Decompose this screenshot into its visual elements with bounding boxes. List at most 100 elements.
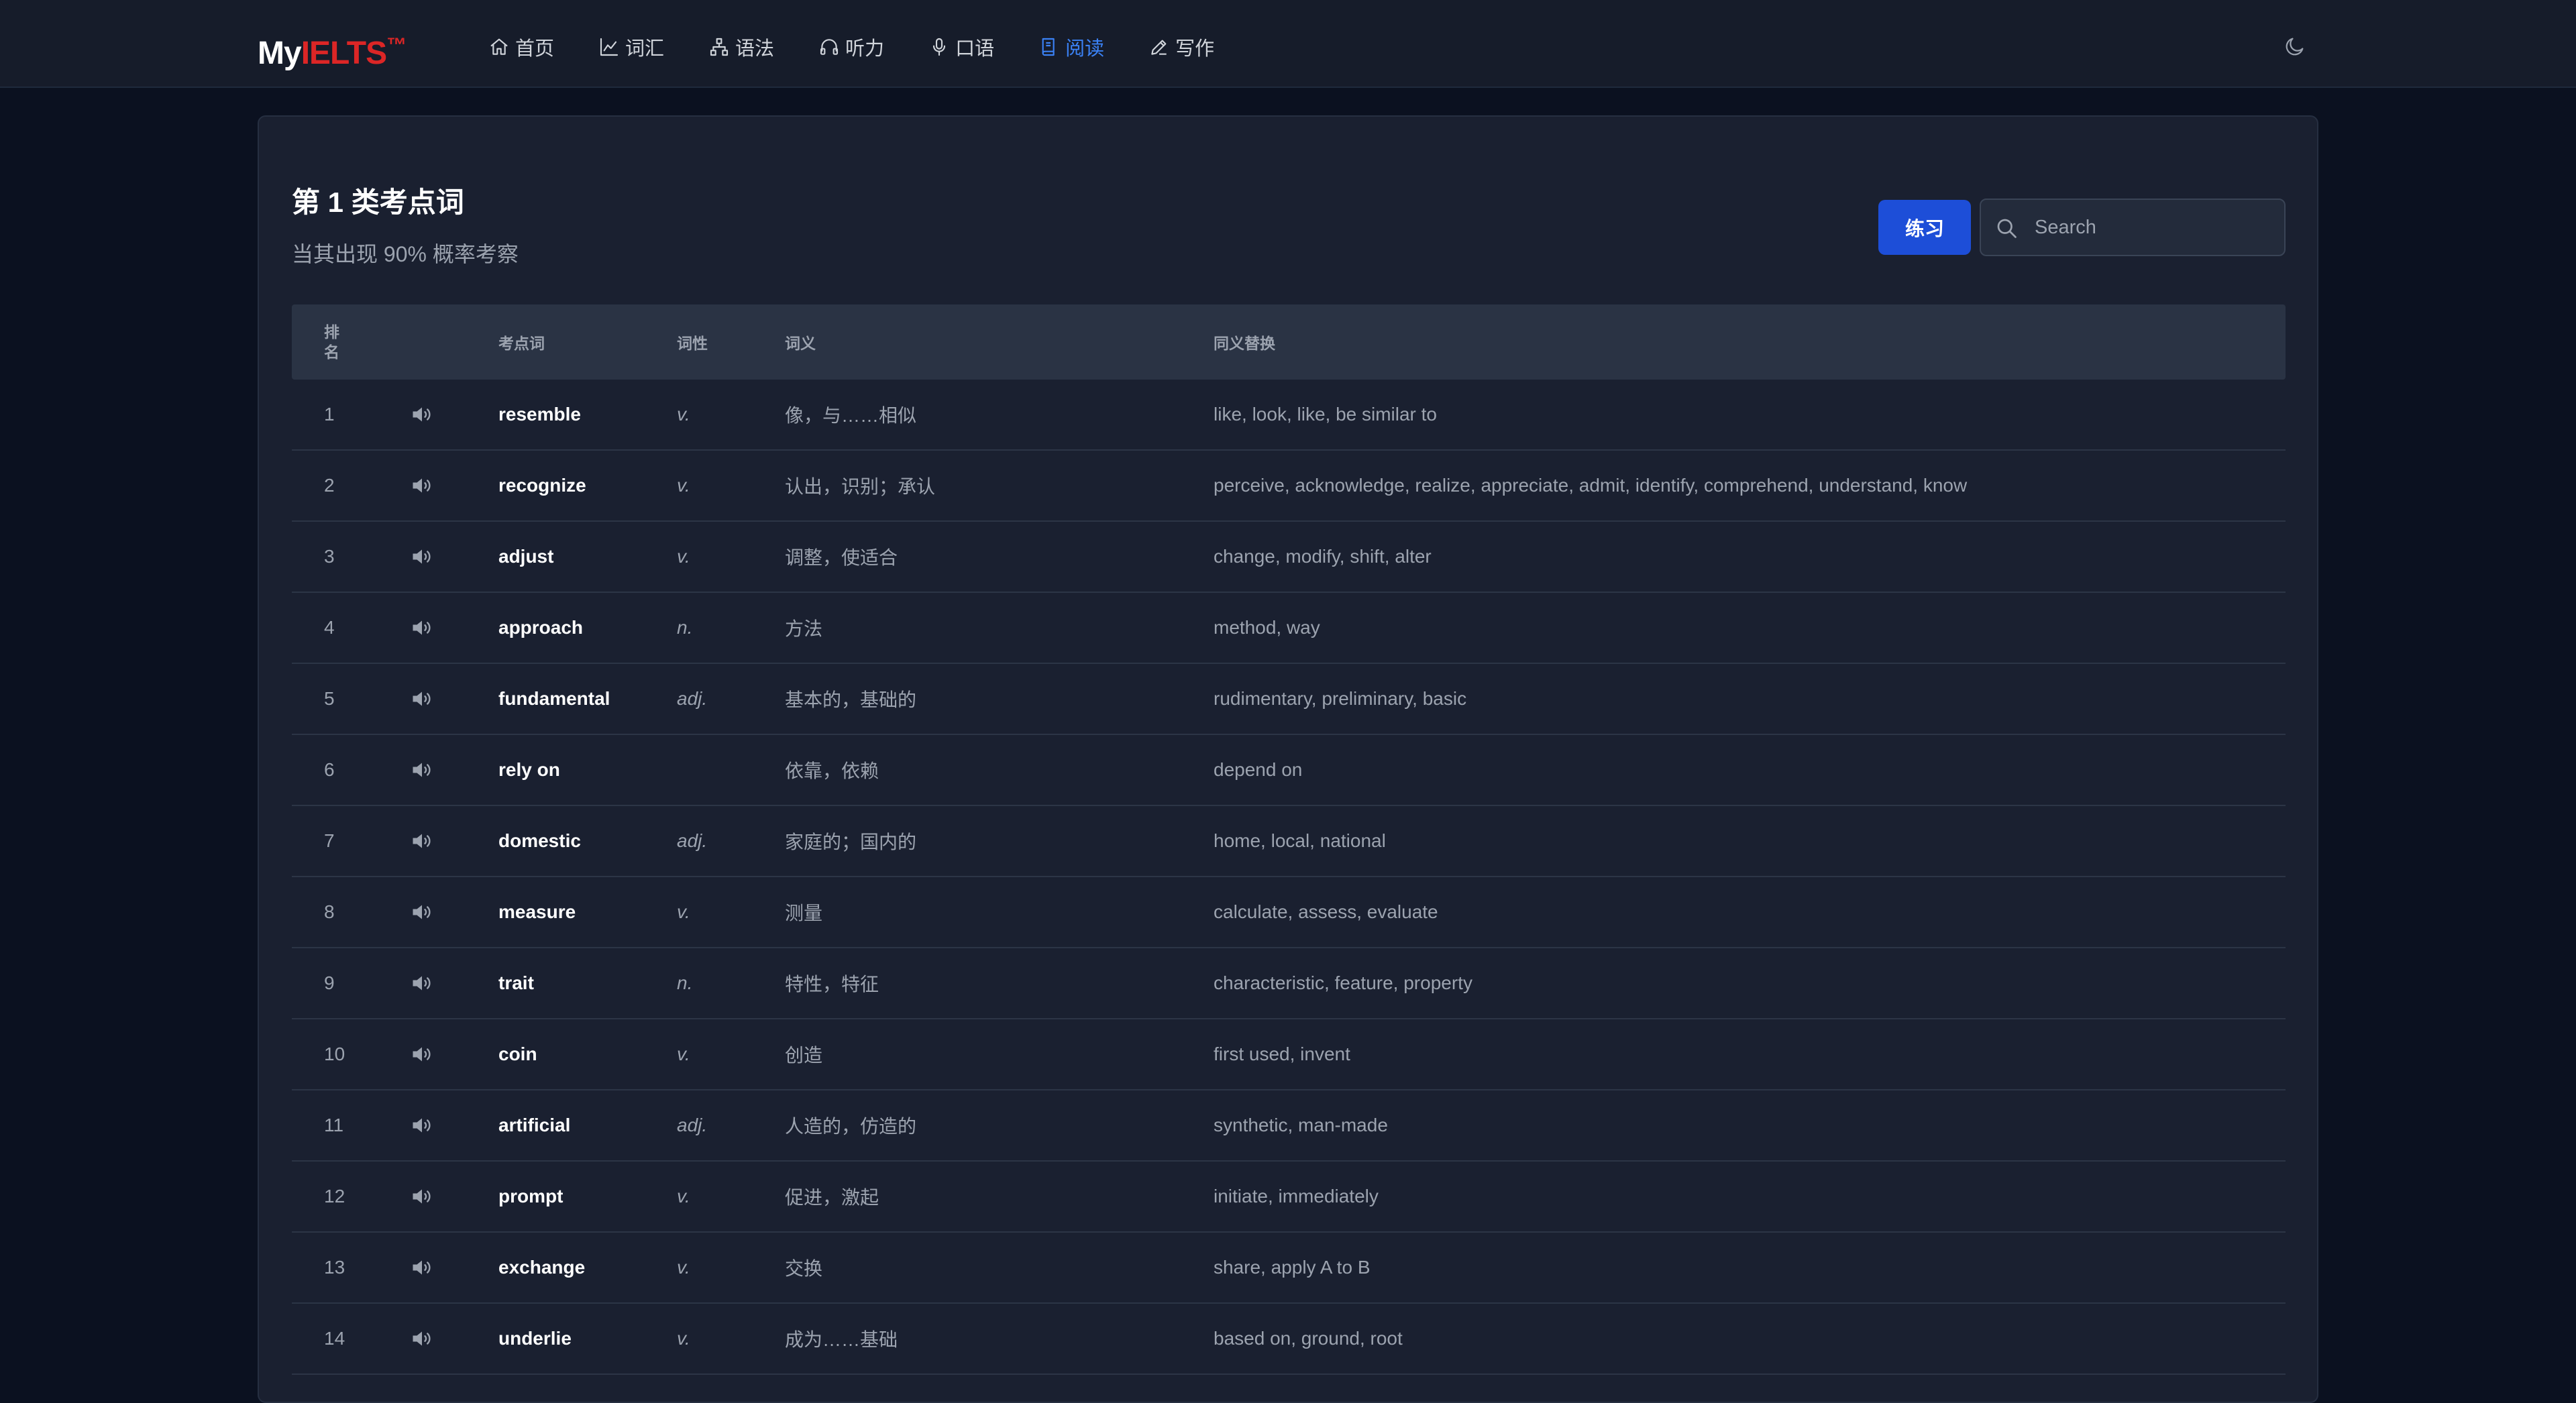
speaker-icon bbox=[410, 473, 434, 498]
word-cell: recognize bbox=[498, 475, 586, 496]
synonyms-cell: characteristic, feature, property bbox=[1214, 972, 1472, 993]
pronounce-button[interactable] bbox=[410, 522, 434, 592]
speaker-icon bbox=[410, 1255, 434, 1280]
rank-cell: 12 bbox=[324, 1186, 345, 1206]
rank-cell: 1 bbox=[324, 404, 335, 425]
meaning-cell: 创造 bbox=[785, 1045, 823, 1066]
nav-label-home: 首页 bbox=[515, 38, 555, 60]
nav-label-writing: 写作 bbox=[1175, 38, 1215, 60]
pronounce-button[interactable] bbox=[410, 735, 434, 805]
rank-cell: 8 bbox=[324, 901, 335, 922]
meaning-cell: 促进，激起 bbox=[785, 1187, 879, 1208]
nav-label-speaking: 口语 bbox=[955, 38, 995, 60]
rank-cell: 4 bbox=[324, 617, 335, 638]
header-pos: 词性 bbox=[677, 335, 708, 352]
nav-item-speaking[interactable]: 口语 bbox=[928, 33, 994, 61]
table-row: 1 resemble v. 像，与……相似 like, look, like, … bbox=[292, 380, 2286, 451]
word-cell: artificial bbox=[498, 1115, 571, 1135]
word-cell: resemble bbox=[498, 404, 581, 425]
synonyms-cell: calculate, assess, evaluate bbox=[1214, 901, 1438, 922]
meaning-cell: 依靠，依赖 bbox=[785, 761, 879, 781]
table-row: 4 approach n. 方法 method, way bbox=[292, 593, 2286, 664]
table-body: 1 resemble v. 像，与……相似 like, look, like, … bbox=[292, 380, 2286, 1375]
word-cell: approach bbox=[498, 617, 584, 638]
synonyms-cell: home, local, national bbox=[1214, 830, 1386, 851]
pronounce-button[interactable] bbox=[410, 380, 434, 449]
table-row: 10 coin v. 创造 first used, invent bbox=[292, 1019, 2286, 1090]
pronounce-button[interactable] bbox=[410, 593, 434, 663]
synonyms-cell: like, look, like, be similar to bbox=[1214, 404, 1438, 425]
table-row: 11 artificial adj. 人造的，仿造的 synthetic, ma… bbox=[292, 1090, 2286, 1162]
speaker-icon bbox=[410, 545, 434, 569]
pronounce-button[interactable] bbox=[410, 451, 434, 520]
pronounce-button[interactable] bbox=[410, 1233, 434, 1302]
speaker-icon bbox=[410, 402, 434, 427]
nav-label-listening: 听力 bbox=[845, 38, 885, 60]
pos-cell: n. bbox=[677, 972, 693, 993]
rank-cell: 13 bbox=[324, 1257, 345, 1278]
rank-cell: 3 bbox=[324, 546, 335, 567]
speaker-icon bbox=[410, 1042, 434, 1066]
theme-toggle-button[interactable] bbox=[2284, 35, 2306, 58]
pos-cell: n. bbox=[677, 617, 693, 638]
nav-item-writing[interactable]: 写作 bbox=[1148, 33, 1214, 61]
table-row: 2 recognize v. 认出，识别；承认 perceive, acknow… bbox=[292, 451, 2286, 522]
pos-cell: v. bbox=[677, 404, 690, 425]
table-row: 9 trait n. 特性，特征 characteristic, feature… bbox=[292, 948, 2286, 1019]
synonyms-cell: first used, invent bbox=[1214, 1044, 1350, 1064]
nav-item-listening[interactable]: 听力 bbox=[818, 33, 884, 61]
pronounce-button[interactable] bbox=[410, 806, 434, 876]
search-input[interactable] bbox=[2033, 200, 2275, 255]
pronounce-button[interactable] bbox=[410, 1162, 434, 1231]
main-nav: 首页 词汇 语法 听力 口语 阅读 写作 bbox=[488, 31, 1258, 63]
meaning-cell: 调整，使适合 bbox=[785, 547, 898, 568]
pos-cell: adj. bbox=[677, 688, 708, 709]
word-cell: rely on bbox=[498, 759, 560, 780]
pronounce-button[interactable] bbox=[410, 948, 434, 1018]
nav-label-grammar: 语法 bbox=[735, 38, 775, 60]
speaker-icon bbox=[410, 1327, 434, 1351]
meaning-cell: 成为……基础 bbox=[785, 1329, 898, 1350]
pronounce-button[interactable] bbox=[410, 877, 434, 947]
speaker-icon bbox=[410, 971, 434, 995]
pos-cell: adj. bbox=[677, 1115, 708, 1135]
nav-item-home[interactable]: 首页 bbox=[488, 33, 554, 61]
meaning-cell: 认出，识别；承认 bbox=[785, 476, 936, 497]
speaker-icon bbox=[410, 1184, 434, 1209]
practice-button[interactable]: 练习 bbox=[1878, 200, 1971, 255]
pronounce-button[interactable] bbox=[410, 1019, 434, 1089]
table-header: 排名 考点词 词性 词义 同义替换 bbox=[292, 304, 2286, 380]
pos-cell: v. bbox=[677, 1044, 690, 1064]
nav-label-vocabulary: 词汇 bbox=[625, 38, 665, 60]
meaning-cell: 基本的，基础的 bbox=[785, 689, 917, 710]
site-logo[interactable]: MyIELTS™ bbox=[258, 25, 407, 71]
home-icon bbox=[488, 36, 510, 58]
synonyms-cell: depend on bbox=[1214, 759, 1303, 780]
rank-cell: 7 bbox=[324, 830, 335, 851]
nav-item-reading[interactable]: 阅读 bbox=[1038, 33, 1104, 61]
table-row: 8 measure v. 测量 calculate, assess, evalu… bbox=[292, 877, 2286, 948]
table-row: 14 underlie v. 成为……基础 based on, ground, … bbox=[292, 1304, 2286, 1375]
word-cell: fundamental bbox=[498, 688, 610, 709]
speaker-icon bbox=[410, 616, 434, 640]
pos-cell: v. bbox=[677, 546, 690, 567]
pos-cell: adj. bbox=[677, 830, 708, 851]
pos-cell: v. bbox=[677, 1328, 690, 1349]
book-icon bbox=[1038, 36, 1060, 58]
synonyms-cell: synthetic, man-made bbox=[1214, 1115, 1388, 1135]
header-meaning: 词义 bbox=[785, 335, 816, 352]
nav-label-reading: 阅读 bbox=[1065, 38, 1105, 60]
page-title: 第 1 类考点词 bbox=[292, 186, 464, 218]
logo-prefix: My bbox=[258, 36, 302, 71]
nav-item-grammar[interactable]: 语法 bbox=[708, 33, 774, 61]
header-synonyms: 同义替换 bbox=[1214, 335, 1275, 352]
moon-icon bbox=[2284, 35, 2306, 58]
nav-item-vocabulary[interactable]: 词汇 bbox=[598, 33, 664, 61]
microphone-icon bbox=[928, 36, 950, 58]
word-cell: trait bbox=[498, 972, 534, 993]
synonyms-cell: method, way bbox=[1214, 617, 1320, 638]
pronounce-button[interactable] bbox=[410, 1304, 434, 1373]
pronounce-button[interactable] bbox=[410, 1090, 434, 1160]
search-icon bbox=[1994, 216, 2019, 240]
pronounce-button[interactable] bbox=[410, 664, 434, 734]
